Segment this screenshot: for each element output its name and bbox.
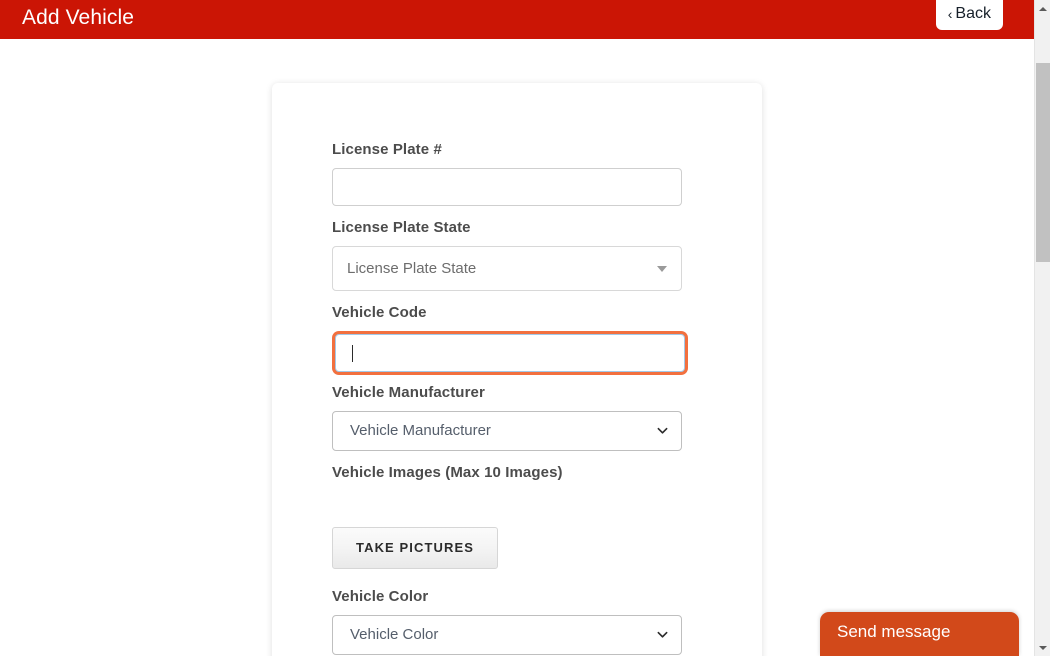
field-vehicle-manufacturer: Vehicle Manufacturer Vehicle Manufacture… bbox=[332, 384, 702, 451]
back-button[interactable]: ‹ Back bbox=[935, 0, 1003, 30]
vehicle-color-select[interactable]: Vehicle Color bbox=[332, 615, 682, 655]
field-license-plate-state: License Plate State License Plate State bbox=[332, 219, 702, 291]
send-message-label: Send message bbox=[837, 622, 951, 641]
vehicle-code-label: Vehicle Code bbox=[332, 304, 427, 321]
chevron-down-icon bbox=[657, 425, 668, 436]
vehicle-images-preview-area bbox=[332, 491, 702, 527]
vehicle-manufacturer-select[interactable]: Vehicle Manufacturer bbox=[332, 411, 682, 451]
license-plate-state-label: License Plate State bbox=[332, 219, 471, 236]
vehicle-color-value: Vehicle Color bbox=[350, 626, 439, 643]
scrollbar-thumb[interactable] bbox=[1036, 63, 1050, 262]
app-header: Add Vehicle ‹ Back bbox=[0, 0, 1034, 39]
vehicle-manufacturer-value: Vehicle Manufacturer bbox=[350, 422, 491, 439]
vehicle-code-focus-ring bbox=[332, 331, 688, 375]
license-plate-number-label: License Plate # bbox=[332, 141, 442, 158]
take-pictures-button[interactable]: TAKE PICTURES bbox=[332, 527, 499, 569]
back-button-label: Back bbox=[955, 5, 991, 22]
field-vehicle-color: Vehicle Color Vehicle Color bbox=[332, 588, 702, 655]
license-plate-number-input[interactable] bbox=[332, 168, 682, 206]
page-viewport: Add Vehicle ‹ Back License Plate # Licen… bbox=[0, 0, 1034, 656]
page-title: Add Vehicle bbox=[22, 6, 135, 29]
field-vehicle-code: Vehicle Code bbox=[332, 304, 702, 375]
vehicle-color-label: Vehicle Color bbox=[332, 588, 429, 605]
license-plate-state-value: License Plate State bbox=[347, 260, 477, 277]
send-message-chat-widget[interactable]: Send message bbox=[820, 612, 1019, 656]
triangle-down-icon bbox=[657, 265, 667, 272]
chevron-down-icon bbox=[657, 629, 668, 640]
vehicle-manufacturer-label: Vehicle Manufacturer bbox=[332, 384, 485, 401]
scroll-up-arrow-icon[interactable] bbox=[1035, 0, 1050, 17]
text-caret bbox=[352, 345, 353, 362]
scroll-down-arrow-icon[interactable] bbox=[1035, 639, 1050, 656]
page-scrollbar[interactable] bbox=[1034, 0, 1050, 656]
back-chevron-icon: ‹ bbox=[947, 6, 953, 22]
field-license-plate-number: License Plate # bbox=[332, 141, 702, 206]
add-vehicle-card: License Plate # License Plate State Lice… bbox=[272, 83, 762, 656]
add-vehicle-form: License Plate # License Plate State Lice… bbox=[272, 83, 762, 656]
vehicle-images-label: Vehicle Images (Max 10 Images) bbox=[332, 464, 563, 481]
vehicle-code-input-wrapper bbox=[335, 334, 685, 372]
vehicle-code-input[interactable] bbox=[335, 334, 685, 372]
field-vehicle-images: Vehicle Images (Max 10 Images) TAKE PICT… bbox=[332, 464, 702, 569]
license-plate-state-select[interactable]: License Plate State bbox=[332, 246, 682, 291]
